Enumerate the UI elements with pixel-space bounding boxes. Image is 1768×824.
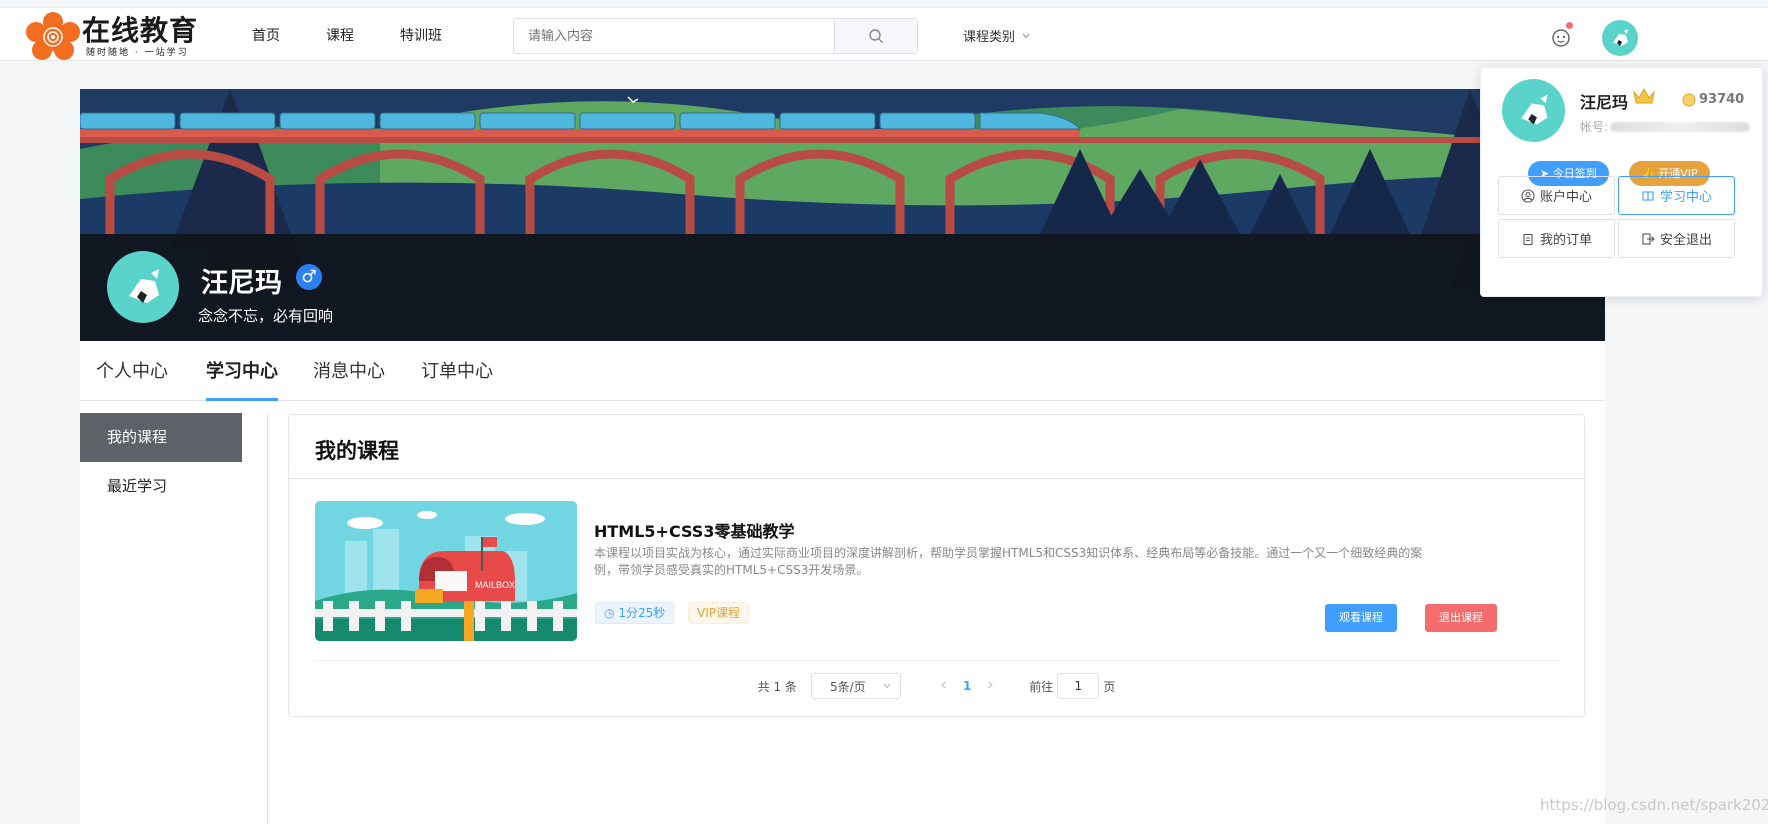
search-button[interactable]: [834, 19, 917, 53]
notification-button[interactable]: [1549, 22, 1573, 49]
watch-course-button[interactable]: 观看课程: [1325, 604, 1397, 632]
next-page-button[interactable]: [985, 679, 995, 693]
page-jumper: 前往 1 页: [1029, 673, 1115, 699]
chevron-down-icon: [883, 683, 891, 689]
course-category-dropdown[interactable]: 课程类别: [963, 26, 1031, 45]
tab-message-center[interactable]: 消息中心: [313, 357, 385, 383]
logo-title: 在线教育: [82, 14, 199, 47]
profile-motto: 念念不忘，必有回响: [198, 307, 334, 325]
dropdown-avatar: [1502, 79, 1565, 142]
exit-course-button[interactable]: 退出课程: [1425, 604, 1497, 632]
active-tab-indicator: [206, 398, 278, 401]
sidebar-menu: 我的课程 最近学习: [80, 413, 242, 511]
tab-order-center[interactable]: 订单中心: [421, 357, 493, 383]
clock-icon: ◷: [604, 606, 615, 620]
center-tabs: 个人中心 学习中心 消息中心 订单中心: [80, 341, 1605, 401]
account-id: 帐号:: [1580, 118, 1751, 135]
csdn-watermark: https://blog.csdn.net/spark2022: [1540, 796, 1768, 814]
profile-avatar[interactable]: [107, 251, 179, 323]
unread-dot: [1566, 22, 1573, 29]
page-size-select[interactable]: 5条/页: [810, 673, 901, 699]
chevron-right-icon: [988, 681, 994, 689]
logout-button[interactable]: 安全退出: [1618, 219, 1735, 258]
book-icon: [1642, 190, 1654, 201]
my-orders-button[interactable]: 我的订单: [1498, 219, 1615, 258]
account-id-redacted: [1610, 121, 1751, 132]
chevron-left-icon: [941, 681, 946, 689]
coin-balance: 93740: [1682, 92, 1744, 107]
top-header: 在线教育 随时随地 · 一站学习 首页 课程 特训班 课程类别: [0, 7, 1768, 61]
logout-icon: [1642, 232, 1655, 245]
logo-slogan: 随时随地 · 一站学习: [86, 48, 189, 58]
study-center-label: 学习中心: [1659, 190, 1712, 205]
page-size-value: 5条/页: [829, 679, 866, 694]
clipboard-icon: [1523, 233, 1533, 245]
nav-home[interactable]: 首页: [252, 25, 280, 45]
pagination: 共 1 条 5条/页 1 前往 1 页: [289, 673, 1584, 699]
course-description: 本课程以项目实战为核心，通过实际商业项目的深度讲解剖析，帮助学员掌握HTML5和…: [594, 546, 1423, 577]
coin-icon: [1682, 93, 1696, 106]
vip-tag: VIP课程: [688, 602, 749, 624]
tab-learning-center[interactable]: 学习中心: [206, 357, 278, 383]
panel-title: 我的课程: [315, 439, 399, 463]
site-logo[interactable]: 在线教育 随时随地 · 一站学习: [26, 12, 198, 62]
nav-training[interactable]: 特训班: [400, 25, 442, 45]
page-number-current[interactable]: 1: [963, 679, 971, 693]
main-nav: 首页 课程 特训班: [252, 25, 442, 45]
prev-page-button[interactable]: [939, 679, 949, 693]
course-thumbnail[interactable]: MAILBOX: [315, 501, 577, 641]
duration-text: 1分25秒: [618, 606, 666, 620]
sidebar-item-my-courses[interactable]: 我的课程: [80, 413, 242, 462]
pagination-total: 共 1 条: [757, 679, 797, 694]
vip-crown-icon: [1632, 86, 1656, 110]
panel-divider: [289, 478, 1584, 479]
my-courses-panel: 我的课程 MAILBOX HTML5+CSS3零基础教学 本课程以项目实战为核心…: [288, 414, 1585, 717]
my-orders-label: 我的订单: [1539, 233, 1592, 248]
sidebar-item-recent-learning[interactable]: 最近学习: [80, 462, 242, 511]
search-box: [513, 18, 918, 54]
study-center-button[interactable]: 学习中心: [1618, 176, 1735, 215]
category-label: 课程类别: [963, 30, 1016, 45]
chevron-down-icon: [1022, 33, 1030, 38]
tab-personal-center[interactable]: 个人中心: [96, 357, 168, 383]
nav-courses[interactable]: 课程: [326, 25, 354, 45]
logo-flower-icon: [26, 12, 80, 62]
coin-count: 93740: [1699, 92, 1745, 107]
search-input[interactable]: [514, 19, 834, 53]
dropdown-username: 汪尼玛: [1580, 93, 1629, 112]
goto-page-input[interactable]: 1: [1057, 673, 1100, 699]
goto-suffix: 页: [1103, 679, 1116, 694]
account-label: 帐号:: [1580, 120, 1609, 134]
user-dropdown-menu: 汪尼玛 93740 帐号: ➤ 今日签到 👍 开通VIP 账户中心 学习中心 我…: [1480, 67, 1763, 297]
course-title[interactable]: HTML5+CSS3零基础教学: [594, 518, 794, 542]
male-icon: ♂: [296, 264, 322, 290]
profile-name: 汪尼玛: [201, 268, 282, 299]
learning-center: 个人中心 学习中心 消息中心 订单中心 我的课程 最近学习 我的课程 MAILB…: [80, 341, 1605, 824]
header-avatar[interactable]: [1602, 20, 1638, 56]
goto-prefix: 前往: [1029, 679, 1054, 694]
thumb-mailbox-text: MAILBOX: [475, 580, 515, 590]
account-center-button[interactable]: 账户中心: [1498, 176, 1615, 215]
duration-tag: ◷ 1分25秒: [595, 602, 675, 624]
row-divider: [315, 660, 1561, 661]
sidebar-divider: [267, 413, 268, 824]
account-center-label: 账户中心: [1539, 190, 1592, 205]
user-circle-icon: [1521, 188, 1535, 203]
profile-banner: 汪尼玛 ♂ 念念不忘，必有回响: [80, 89, 1605, 341]
search-icon: [869, 29, 883, 43]
logout-label: 安全退出: [1659, 233, 1712, 248]
